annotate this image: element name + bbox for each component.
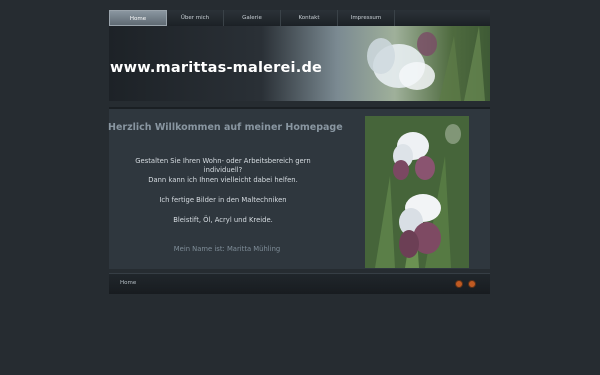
nav-item-kontakt[interactable]: Kontakt (281, 10, 338, 26)
intro-line-3: Dann kann ich Ihnen vielleicht dabei hel… (148, 176, 298, 184)
chevron-right-icon[interactable] (468, 280, 476, 288)
site-container: Home Über mich Galerie Kontakt Impressum… (108, 10, 490, 294)
techniques-list: Bleistift, Öl, Acryl und Kreide. (173, 216, 273, 224)
site-url-title: www.marittas-malerei.de (110, 60, 323, 76)
footer-breadcrumb-home[interactable]: Home (120, 280, 136, 286)
main-content: Herzlich Willkommen auf meiner Homepage … (108, 107, 490, 269)
iris-painting-image (365, 116, 469, 268)
page-title: Herzlich Willkommen auf meiner Homepage (108, 122, 343, 133)
intro-line-2: individuell? (203, 166, 243, 174)
techniques-intro: Ich fertige Bilder in den Maltechniken (159, 196, 287, 204)
nav-item-galerie[interactable]: Galerie (224, 10, 281, 26)
artist-name: Mein Name ist: Maritta Mühling (173, 245, 281, 253)
chevron-left-icon[interactable] (455, 280, 463, 288)
main-nav: Home Über mich Galerie Kontakt Impressum (109, 10, 490, 27)
nav-item-home[interactable]: Home (109, 10, 167, 26)
nav-item-impressum[interactable]: Impressum (338, 10, 395, 26)
footer-bar: Home (109, 273, 490, 294)
nav-item-ueber-mich[interactable]: Über mich (167, 10, 224, 26)
header-banner: www.marittas-malerei.de (109, 26, 490, 101)
